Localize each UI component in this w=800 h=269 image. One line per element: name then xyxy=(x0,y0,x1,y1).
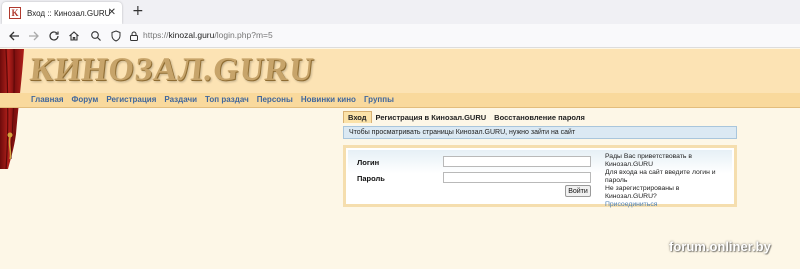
tab-title: Вход :: Кинозал.GURU xyxy=(27,8,111,18)
login-form-body: Логин Пароль Войти Рады Вас приветствова… xyxy=(348,150,732,208)
login-notice: Чтобы просматривать страницы Кинозал.GUR… xyxy=(343,126,737,139)
welcome-line: Рады Вас приветствовать в Кинозал.GURU xyxy=(605,153,692,168)
reload-icon[interactable] xyxy=(46,28,62,44)
menu-item-new-movies[interactable]: Новинки кино xyxy=(301,95,356,104)
site-favicon-icon: K xyxy=(9,7,21,19)
web-page: КИНОЗАЛ.GURU Главная Форум Регистрация Р… xyxy=(0,49,800,269)
back-icon[interactable] xyxy=(6,28,22,44)
url-scheme: https:// xyxy=(143,30,169,40)
forward-icon[interactable] xyxy=(26,28,42,44)
password-label: Пароль xyxy=(357,174,385,183)
tab-password-recovery[interactable]: Восстановление пароля xyxy=(490,113,589,122)
browser-nav-bar: https://kinozal.guru/login.php?m=5 xyxy=(0,24,800,48)
username-input[interactable] xyxy=(443,156,591,167)
welcome-line: Для входа на сайт введите логин и пароль xyxy=(605,169,716,184)
home-icon[interactable] xyxy=(66,28,82,44)
tab-login[interactable]: Вход xyxy=(343,111,372,123)
watermark: forum.onliner.by xyxy=(669,239,771,254)
site-logo[interactable]: КИНОЗАЛ.GURU xyxy=(28,49,317,91)
menu-item-forum[interactable]: Форум xyxy=(72,95,99,104)
welcome-text: Рады Вас приветствовать в Кинозал.GURU Д… xyxy=(605,153,732,209)
menu-item-registration[interactable]: Регистрация xyxy=(106,95,156,104)
browser-tab[interactable]: K Вход :: Кинозал.GURU ✕ xyxy=(2,2,122,24)
new-tab-icon[interactable]: + xyxy=(132,3,144,19)
password-input[interactable] xyxy=(443,172,591,183)
join-link[interactable]: Присоединиться xyxy=(605,201,732,209)
menu-item-home[interactable]: Главная xyxy=(31,95,64,104)
close-tab-icon[interactable]: ✕ xyxy=(108,6,116,20)
login-button[interactable]: Войти xyxy=(565,185,591,197)
menu-item-top-releases[interactable]: Топ раздач xyxy=(205,95,249,104)
search-icon[interactable] xyxy=(88,28,104,44)
browser-tab-bar: K Вход :: Кинозал.GURU ✕ + xyxy=(0,0,800,24)
menu-item-persons[interactable]: Персоны xyxy=(257,95,293,104)
site-menu-bar: Главная Форум Регистрация Раздачи Топ ра… xyxy=(0,93,800,108)
shield-icon[interactable] xyxy=(108,28,124,44)
login-form: Логин Пароль Войти Рады Вас приветствова… xyxy=(343,145,737,208)
menu-item-groups[interactable]: Группы xyxy=(364,95,394,104)
curtain-decoration xyxy=(0,49,24,169)
tab-registration[interactable]: Регистрация в Кинозал.GURU xyxy=(372,113,491,122)
lock-icon[interactable] xyxy=(126,28,142,44)
address-bar[interactable]: https://kinozal.guru/login.php?m=5 xyxy=(143,30,273,40)
username-label: Логин xyxy=(357,158,380,167)
menu-item-releases[interactable]: Раздачи xyxy=(164,95,197,104)
url-path: /login.php?m=5 xyxy=(214,30,273,40)
url-host: kinozal.guru xyxy=(168,30,215,40)
login-subtabs: Вход Регистрация в Кинозал.GURU Восстано… xyxy=(343,111,589,123)
welcome-line: Не зарегистрированы в Кинозал.GURU? xyxy=(605,185,680,200)
site-menu: Главная Форум Регистрация Раздачи Топ ра… xyxy=(31,95,402,104)
